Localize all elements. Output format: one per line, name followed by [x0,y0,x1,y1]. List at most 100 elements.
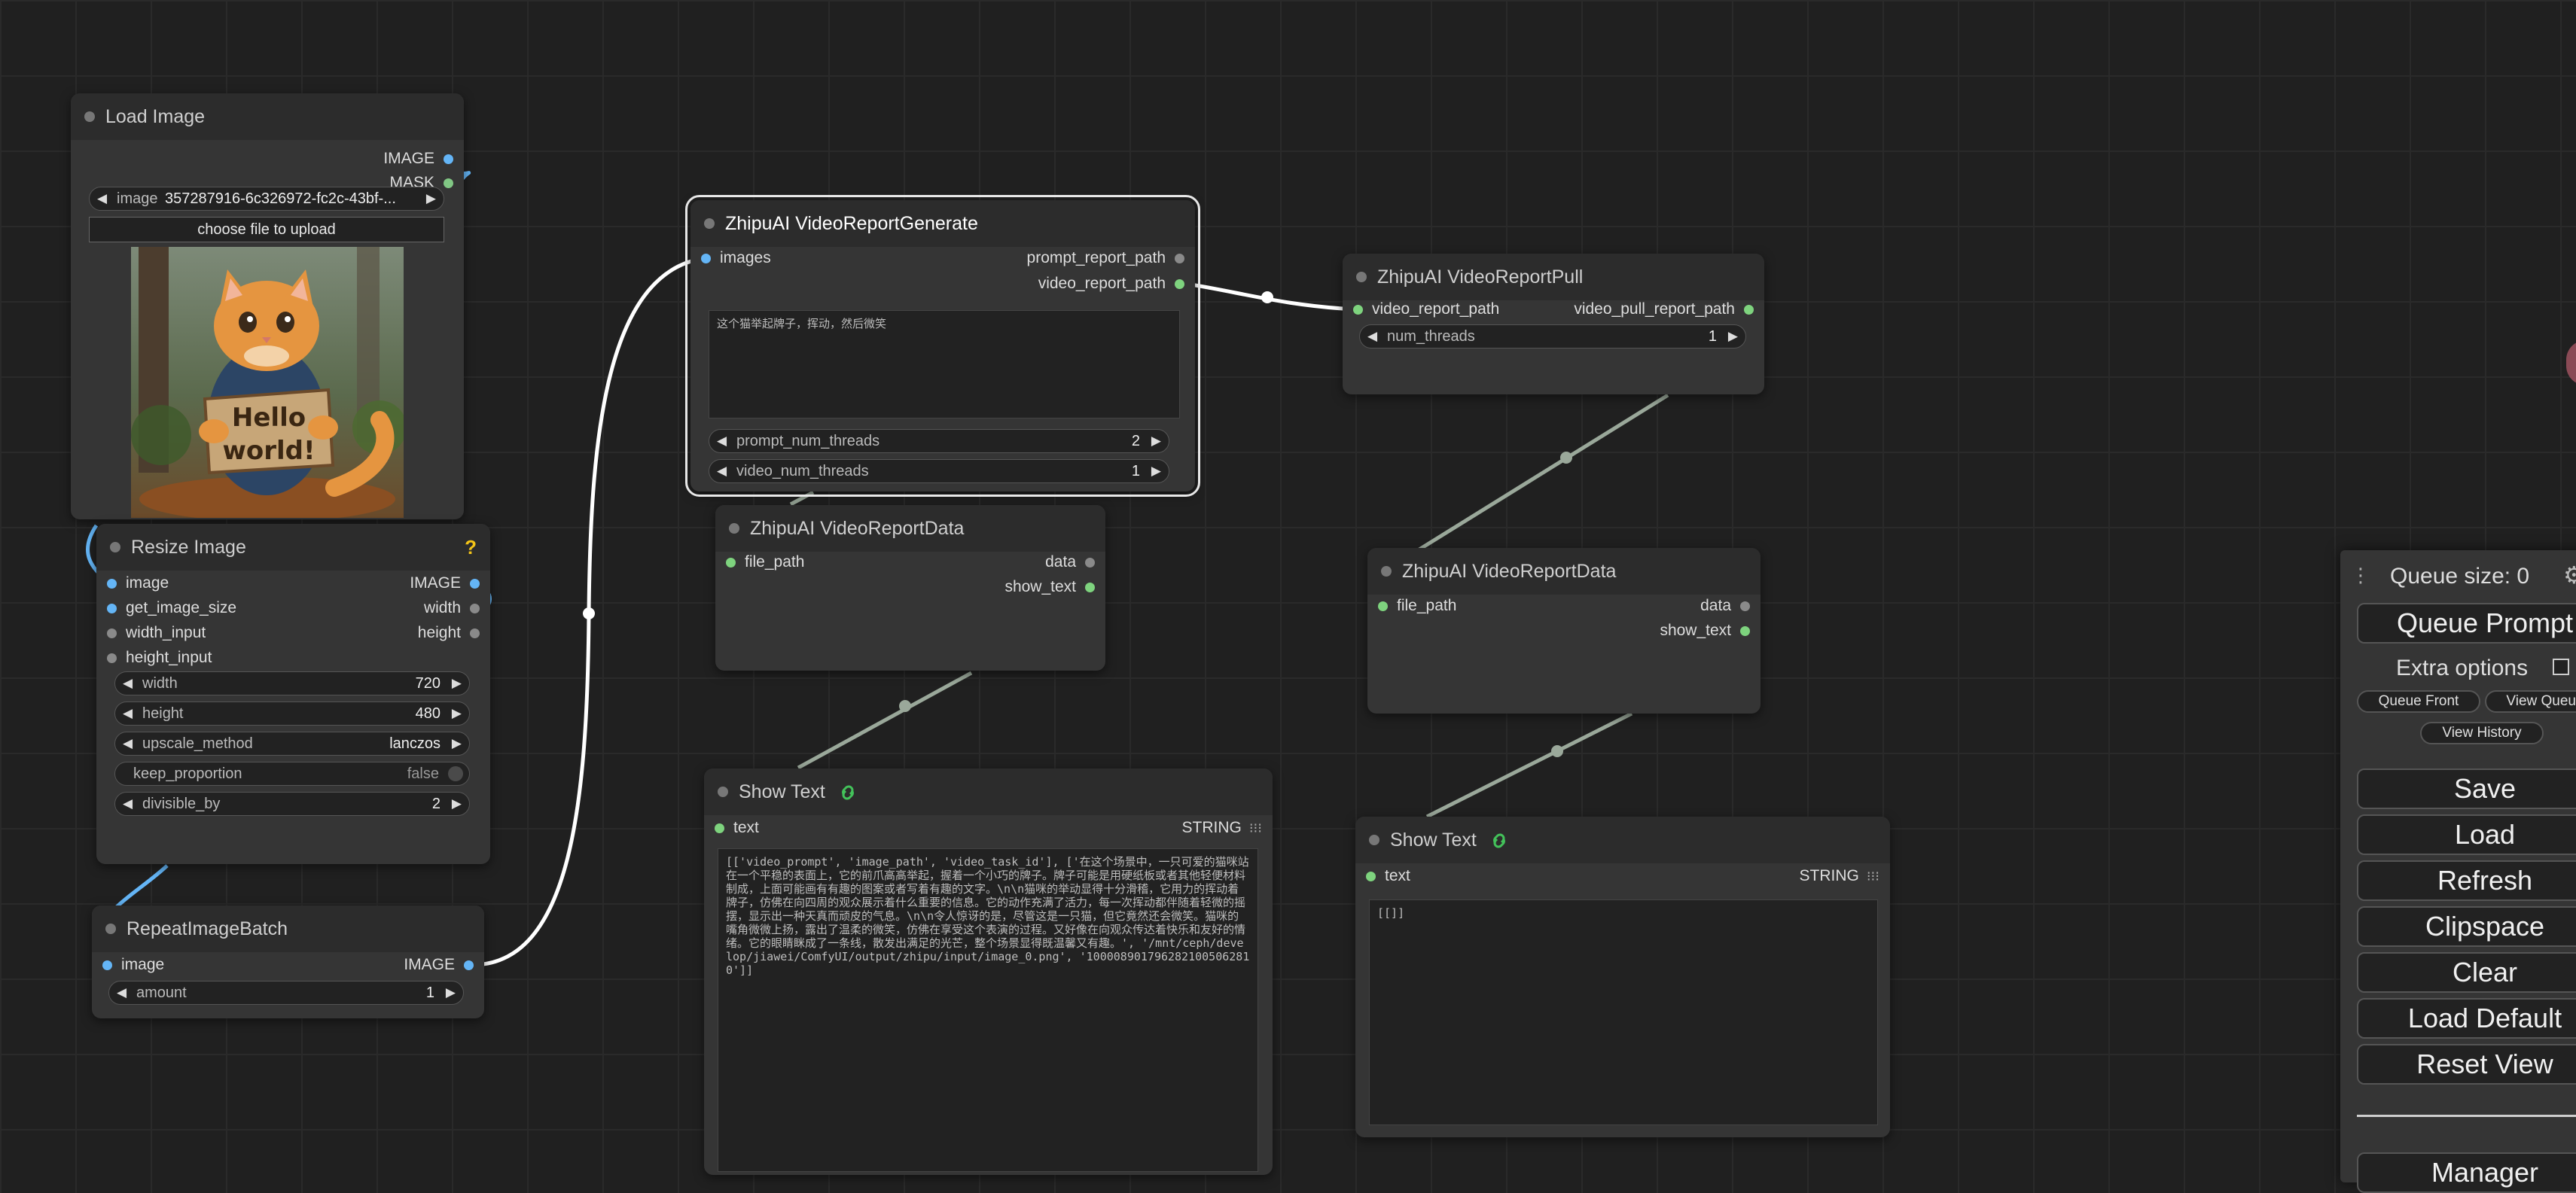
arrow-right-icon[interactable]: ▶ [452,672,462,695]
arrow-left-icon[interactable]: ◀ [1367,325,1377,348]
slot-dot[interactable] [1740,601,1750,611]
arrow-left-icon[interactable]: ◀ [123,793,133,815]
extra-options-checkbox[interactable] [2553,659,2569,675]
node-resize-image[interactable]: Resize Image? image get_image_size width… [96,524,490,864]
queue-prompt-button[interactable]: Queue Prompt [2357,603,2576,644]
output-slot-image[interactable]: IMAGE [404,954,474,976]
slot-dot[interactable] [1744,304,1754,315]
slot-dot[interactable] [107,603,117,613]
grid-icon[interactable]: ⁝⁝⁝ [1867,865,1879,887]
node-title[interactable]: ZhipuAI VideoReportGenerate [690,200,1195,247]
arrow-right-icon[interactable]: ▶ [452,702,462,725]
slot-dot[interactable] [1353,304,1363,315]
node-video-report-data-1[interactable]: ZhipuAI VideoReportData file_path data s… [715,505,1105,671]
arrow-left-icon[interactable]: ◀ [717,430,727,452]
arrow-right-icon[interactable]: ▶ [1728,325,1738,348]
link-reroute-dot-1[interactable] [583,607,595,619]
output-slot-prompt-report-path[interactable]: prompt_report_path [1027,247,1184,269]
collapse-dot[interactable] [729,523,739,534]
arrow-right-icon[interactable]: ▶ [446,981,456,1004]
clear-button[interactable]: Clear [2357,952,2576,993]
prompt-textarea[interactable]: 这个猫举起牌子，挥动，然后微笑 [709,310,1180,418]
arrow-right-icon[interactable]: ▶ [452,793,462,815]
image-combo-widget[interactable]: ◀ image 357287916-6c326972-fc2c-43bf-...… [89,187,444,211]
slot-dot[interactable] [470,628,480,638]
arrow-right-icon[interactable]: ▶ [1151,460,1161,482]
output-slot-video-report-path[interactable]: video_report_path [1038,272,1184,295]
collapse-dot[interactable] [1356,272,1367,282]
slot-dot[interactable] [470,603,480,613]
arrow-left-icon[interactable]: ◀ [123,672,133,695]
view-queue-button[interactable]: View Queue [2485,690,2576,713]
slot-dot[interactable] [1378,601,1388,611]
node-video-report-pull[interactable]: ZhipuAI VideoReportPull video_report_pat… [1343,254,1764,394]
refresh-button[interactable]: Refresh [2357,860,2576,901]
link-reroute-dot-5[interactable] [1551,745,1563,757]
output-slot-show-text[interactable]: show_text [1004,576,1095,598]
input-slot-image[interactable]: image [107,572,169,595]
collapse-dot[interactable] [704,218,715,229]
height-widget[interactable]: ◀ height 480 ▶ [114,701,470,726]
input-slot-text[interactable]: text [715,817,759,839]
show-text-output[interactable]: [[]] [1369,899,1878,1125]
link-reroute-dot-3[interactable] [899,700,911,712]
input-slot-width-input[interactable]: width_input [107,622,206,644]
clipspace-button[interactable]: Clipspace [2357,906,2576,947]
slot-dot[interactable] [102,960,112,970]
arrow-left-icon[interactable]: ◀ [717,460,727,482]
output-slot-string[interactable]: STRING ⁝⁝⁝ [1181,817,1262,839]
output-slot-image[interactable]: IMAGE [383,148,453,170]
node-title[interactable]: ZhipuAI VideoReportData [1367,548,1761,595]
node-show-text-1[interactable]: Show Text text STRING ⁝⁝⁝ [['video_prompt… [704,768,1273,1175]
slot-dot[interactable] [715,823,724,833]
prompt-num-threads-widget[interactable]: ◀ prompt_num_threads 2 ▶ [709,429,1169,453]
manager-button[interactable]: Manager [2357,1152,2576,1193]
slot-dot[interactable] [107,578,117,589]
slot-dot[interactable] [1740,625,1750,636]
slot-dot[interactable] [726,557,736,568]
arrow-left-icon[interactable]: ◀ [117,981,127,1004]
video-num-threads-widget[interactable]: ◀ video_num_threads 1 ▶ [709,459,1169,483]
gear-icon[interactable]: ⚙ [2563,561,2576,589]
node-show-text-2[interactable]: Show Text text STRING ⁝⁝⁝ [[]] [1355,817,1890,1137]
collapse-dot[interactable] [1369,835,1379,845]
slot-dot[interactable] [701,253,711,263]
drag-handle-icon[interactable]: ⋮ [2351,564,2370,587]
collapse-dot[interactable] [110,542,120,552]
grid-icon[interactable]: ⁝⁝⁝ [1249,817,1262,839]
arrow-left-icon[interactable]: ◀ [97,187,107,210]
slot-dot[interactable] [1085,582,1095,592]
slot-dot[interactable] [444,154,453,164]
output-slot-data[interactable]: data [1045,551,1095,574]
link-reroute-dot-4[interactable] [1560,452,1572,464]
upscale-method-widget[interactable]: ◀ upscale_method lanczos ▶ [114,732,470,756]
slot-dot[interactable] [464,960,474,970]
input-slot-text[interactable]: text [1366,865,1410,887]
queue-front-button[interactable]: Queue Front [2357,690,2480,713]
show-text-output[interactable]: [['video_prompt', 'image_path', 'video_t… [718,848,1258,1172]
node-title[interactable]: Load Image [71,93,464,140]
load-button[interactable]: Load [2357,814,2576,855]
help-icon[interactable]: ? [465,524,477,571]
toggle-knob[interactable] [448,766,463,781]
arrow-right-icon[interactable]: ▶ [1151,430,1161,452]
output-slot-height[interactable]: height [418,622,480,644]
offscreen-node-edge[interactable] [2566,340,2576,385]
load-default-button[interactable]: Load Default [2357,998,2576,1039]
node-title[interactable]: Show Text [704,768,1273,815]
slot-dot[interactable] [1175,278,1184,289]
slot-dot[interactable] [444,178,453,188]
collapse-dot[interactable] [718,787,728,797]
save-button[interactable]: Save [2357,768,2576,809]
node-repeat-image-batch[interactable]: RepeatImageBatch image IMAGE ◀ amount 1 ▶ [92,905,484,1018]
node-title[interactable]: RepeatImageBatch [92,905,484,952]
collapse-dot[interactable] [1381,566,1392,577]
collapse-dot[interactable] [84,111,95,122]
link-reroute-dot-2[interactable] [1261,291,1273,303]
width-widget[interactable]: ◀ width 720 ▶ [114,671,470,695]
node-video-report-data-2[interactable]: ZhipuAI VideoReportData file_path data s… [1367,548,1761,714]
output-slot-string[interactable]: STRING ⁝⁝⁝ [1799,865,1879,887]
output-slot-video-pull-report-path[interactable]: video_pull_report_path [1574,298,1754,321]
view-history-button[interactable]: View History [2420,722,2544,744]
slot-dot[interactable] [1175,253,1184,263]
